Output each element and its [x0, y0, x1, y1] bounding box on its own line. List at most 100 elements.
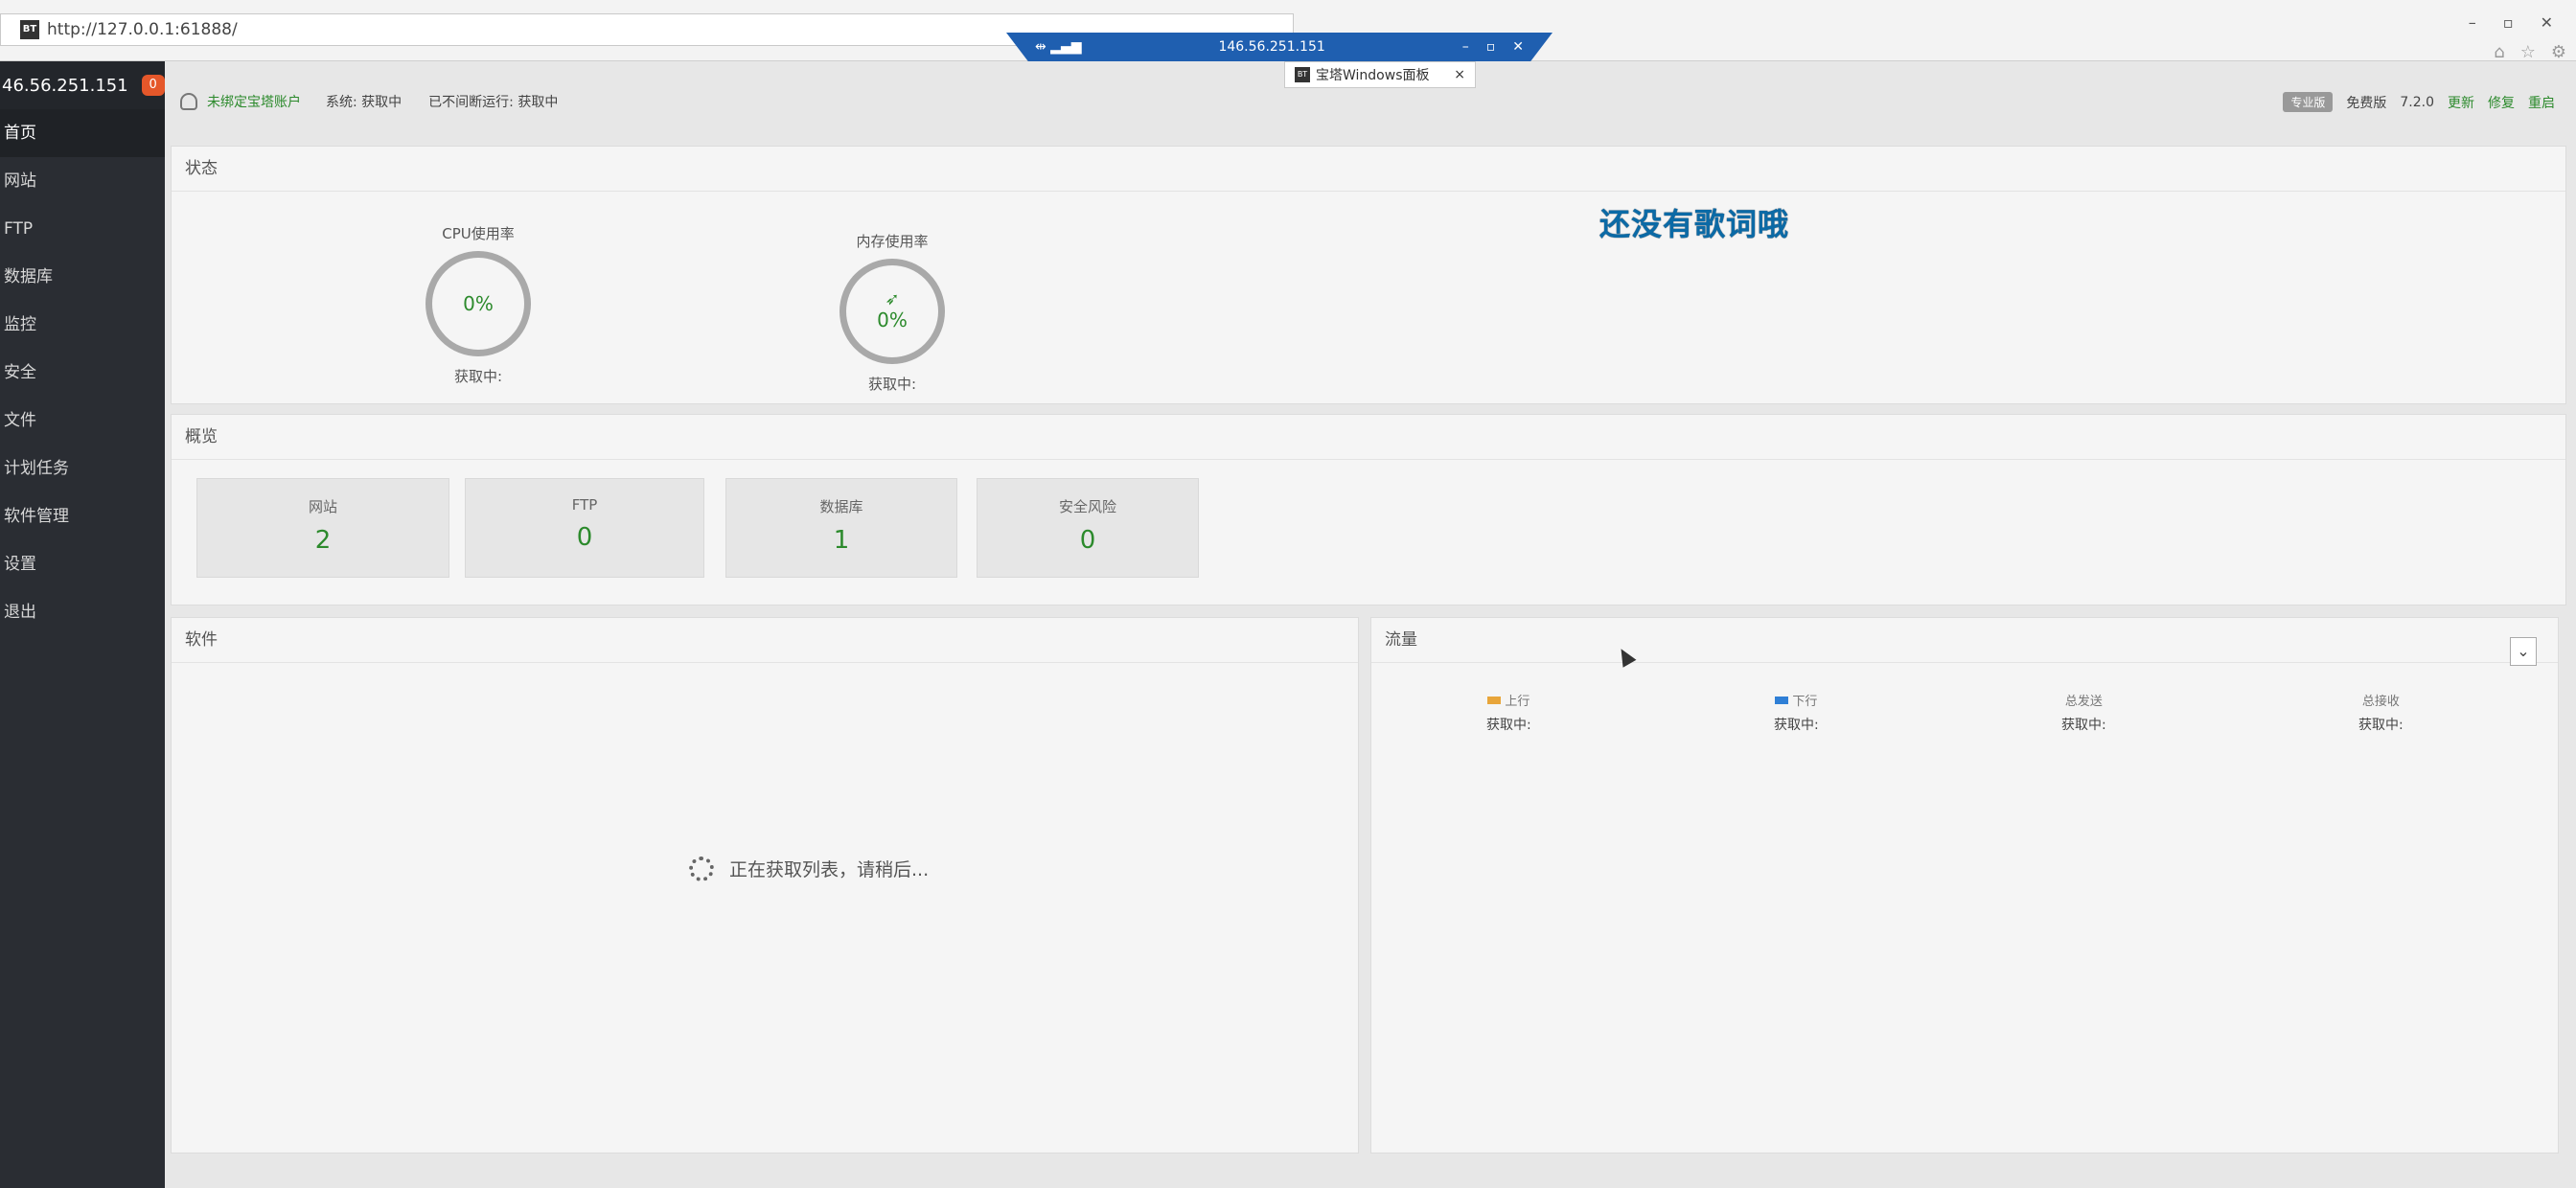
sidebar-item-database[interactable]: 数据库	[0, 253, 165, 301]
card-value: 0	[1079, 526, 1096, 555]
sidebar-item-security[interactable]: 安全	[0, 349, 165, 397]
remote-desktop-bar: ⇹ ▂▄▆ 146.56.251.151 – ▫ ✕	[1006, 33, 1552, 61]
sidebar-item-files[interactable]: 文件	[0, 397, 165, 445]
rocket-icon[interactable]: ➶	[885, 291, 899, 308]
remote-minimize-button[interactable]: –	[1462, 39, 1469, 55]
edition-label: 免费版	[2346, 95, 2387, 111]
version-area: 专业版 免费版 7.2.0 更新 修复 重启	[2283, 92, 2555, 112]
overview-card-website[interactable]: 网站 2	[196, 478, 449, 578]
system-label: 系统: 获取中	[326, 92, 402, 111]
site-favicon-icon: BT	[20, 20, 39, 39]
card-value: 0	[576, 523, 593, 552]
sidebar-item-software[interactable]: 软件管理	[0, 492, 165, 540]
tab-close-icon[interactable]: ×	[1454, 67, 1465, 82]
card-label: 数据库	[819, 498, 863, 515]
status-panel: 状态 CPU使用率 0% 获取中: 内存使用率 ➶ 0% 获取中: 还没有歌词哦	[171, 146, 2566, 404]
loading-text: 正在获取列表，请稍后...	[729, 859, 930, 880]
panel-divider	[172, 191, 2565, 192]
uptime-text: 已不间断运行: 获取中	[428, 95, 559, 110]
sidebar-header: 46.56.251.151 0	[0, 61, 165, 109]
upload-stat: 上行 获取中:	[1486, 691, 1531, 734]
software-panel: 软件 正在获取列表，请稍后...	[171, 617, 1359, 1154]
user-icon	[180, 93, 197, 110]
main-content: 未绑定宝塔账户 系统: 获取中 已不间断运行: 获取中 专业版 免费版 7.2.…	[165, 61, 2576, 1188]
panel-divider	[172, 662, 1358, 663]
close-window-button[interactable]: ✕	[2541, 13, 2553, 32]
system-key: 系统:	[326, 95, 357, 110]
sidebar-item-ftp[interactable]: FTP	[0, 205, 165, 253]
upload-swatch	[1487, 696, 1502, 704]
panel-divider	[1371, 662, 2558, 663]
update-link[interactable]: 更新	[2448, 93, 2474, 112]
remote-restore-button[interactable]: ▫	[1486, 39, 1496, 55]
sidebar-menu: 首页 网站 FTP 数据库 监控 安全 文件 计划任务 软件管理 设置 退出	[0, 109, 165, 636]
download-swatch	[1775, 696, 1789, 704]
home-icon[interactable]: ⌂	[2494, 42, 2504, 62]
memory-label: 内存使用率	[856, 233, 929, 250]
cpu-gauge[interactable]: CPU使用率 0% 获取中:	[402, 223, 555, 386]
download-stat: 下行 获取中:	[1774, 691, 1819, 734]
tab-title: 宝塔Windows面板	[1316, 68, 1430, 83]
sidebar-item-website[interactable]: 网站	[0, 157, 165, 205]
cpu-ring: 0%	[426, 251, 531, 356]
version-number: 7.2.0	[2400, 94, 2434, 110]
sidebar-item-settings[interactable]: 设置	[0, 540, 165, 588]
sidebar-item-logout[interactable]: 退出	[0, 588, 165, 636]
loading-indicator: 正在获取列表，请稍后...	[689, 856, 929, 881]
overview-card-security-risk[interactable]: 安全风险 0	[977, 478, 1199, 578]
memory-sub: 获取中:	[867, 376, 917, 393]
star-icon[interactable]: ☆	[2520, 42, 2536, 62]
browser-toolbar-icons: ⌂ ☆ ⚙	[2494, 42, 2566, 62]
upload-label: 上行	[1505, 695, 1530, 709]
traffic-panel: 流量 ⌄ 上行 获取中: 下行 获取中: 总发送 获取中: 总接收 获取中:	[1370, 617, 2559, 1154]
card-value: 1	[833, 526, 850, 555]
sidebar-item-cron[interactable]: 计划任务	[0, 445, 165, 492]
memory-value: 0%	[877, 308, 908, 331]
card-label: 安全风险	[1058, 498, 1116, 515]
total-sent-label: 总发送	[2064, 695, 2103, 709]
traffic-select-dropdown[interactable]: ⌄	[2510, 637, 2537, 666]
restart-link[interactable]: 重启	[2528, 93, 2555, 112]
card-label: FTP	[571, 496, 598, 514]
overview-title: 概览	[185, 427, 218, 446]
maximize-button[interactable]: ▫	[2503, 13, 2514, 32]
server-ip: 46.56.251.151	[2, 75, 128, 96]
memory-gauge[interactable]: 内存使用率 ➶ 0% 获取中:	[816, 231, 969, 394]
cpu-sub: 获取中:	[453, 368, 503, 385]
software-title: 软件	[185, 630, 218, 650]
total-received-value: 获取中:	[2358, 718, 2404, 733]
bind-account-link[interactable]: 未绑定宝塔账户	[207, 92, 301, 111]
total-received-label: 总接收	[2361, 695, 2400, 709]
settings-icon[interactable]: ⚙	[2551, 42, 2566, 62]
remote-close-button[interactable]: ✕	[1512, 39, 1524, 55]
cpu-label: CPU使用率	[442, 225, 515, 242]
notification-badge[interactable]: 0	[141, 75, 165, 96]
overview-card-database[interactable]: 数据库 1	[725, 478, 957, 578]
traffic-title: 流量	[1385, 630, 1417, 650]
repair-link[interactable]: 修复	[2488, 93, 2515, 112]
system-value: 获取中	[361, 95, 402, 110]
total-received-stat: 总接收 获取中:	[2358, 691, 2404, 734]
memory-ring: ➶ 0%	[840, 259, 945, 364]
browser-tab[interactable]: BT 宝塔Windows面板 ×	[1284, 61, 1476, 88]
card-value: 2	[314, 526, 332, 555]
spinner-icon	[689, 856, 714, 881]
signal-icon: ⇹ ▂▄▆	[1035, 39, 1082, 55]
pro-edition-badge[interactable]: 专业版	[2283, 92, 2334, 112]
sidebar: 46.56.251.151 0 首页 网站 FTP 数据库 监控 安全 文件 计…	[0, 61, 165, 1188]
minimize-button[interactable]: –	[2469, 13, 2476, 32]
remote-host-title: 146.56.251.151	[1218, 39, 1325, 55]
sidebar-item-monitor[interactable]: 监控	[0, 301, 165, 349]
lyrics-banner: 还没有歌词哦	[1599, 206, 1790, 242]
overview-card-ftp[interactable]: FTP 0	[465, 478, 704, 578]
status-title: 状态	[185, 159, 218, 178]
total-sent-stat: 总发送 获取中:	[2061, 691, 2106, 734]
download-value: 获取中:	[1774, 718, 1819, 733]
total-sent-value: 获取中:	[2061, 718, 2106, 733]
url-text[interactable]: http://127.0.0.1:61888/	[47, 20, 238, 39]
upload-value: 获取中:	[1486, 718, 1531, 733]
card-label: 网站	[308, 498, 337, 515]
sidebar-item-home[interactable]: 首页	[0, 109, 165, 157]
cpu-value: 0%	[463, 292, 494, 315]
overview-panel: 概览 网站 2 FTP 0 数据库 1 安全风险 0	[171, 414, 2566, 605]
